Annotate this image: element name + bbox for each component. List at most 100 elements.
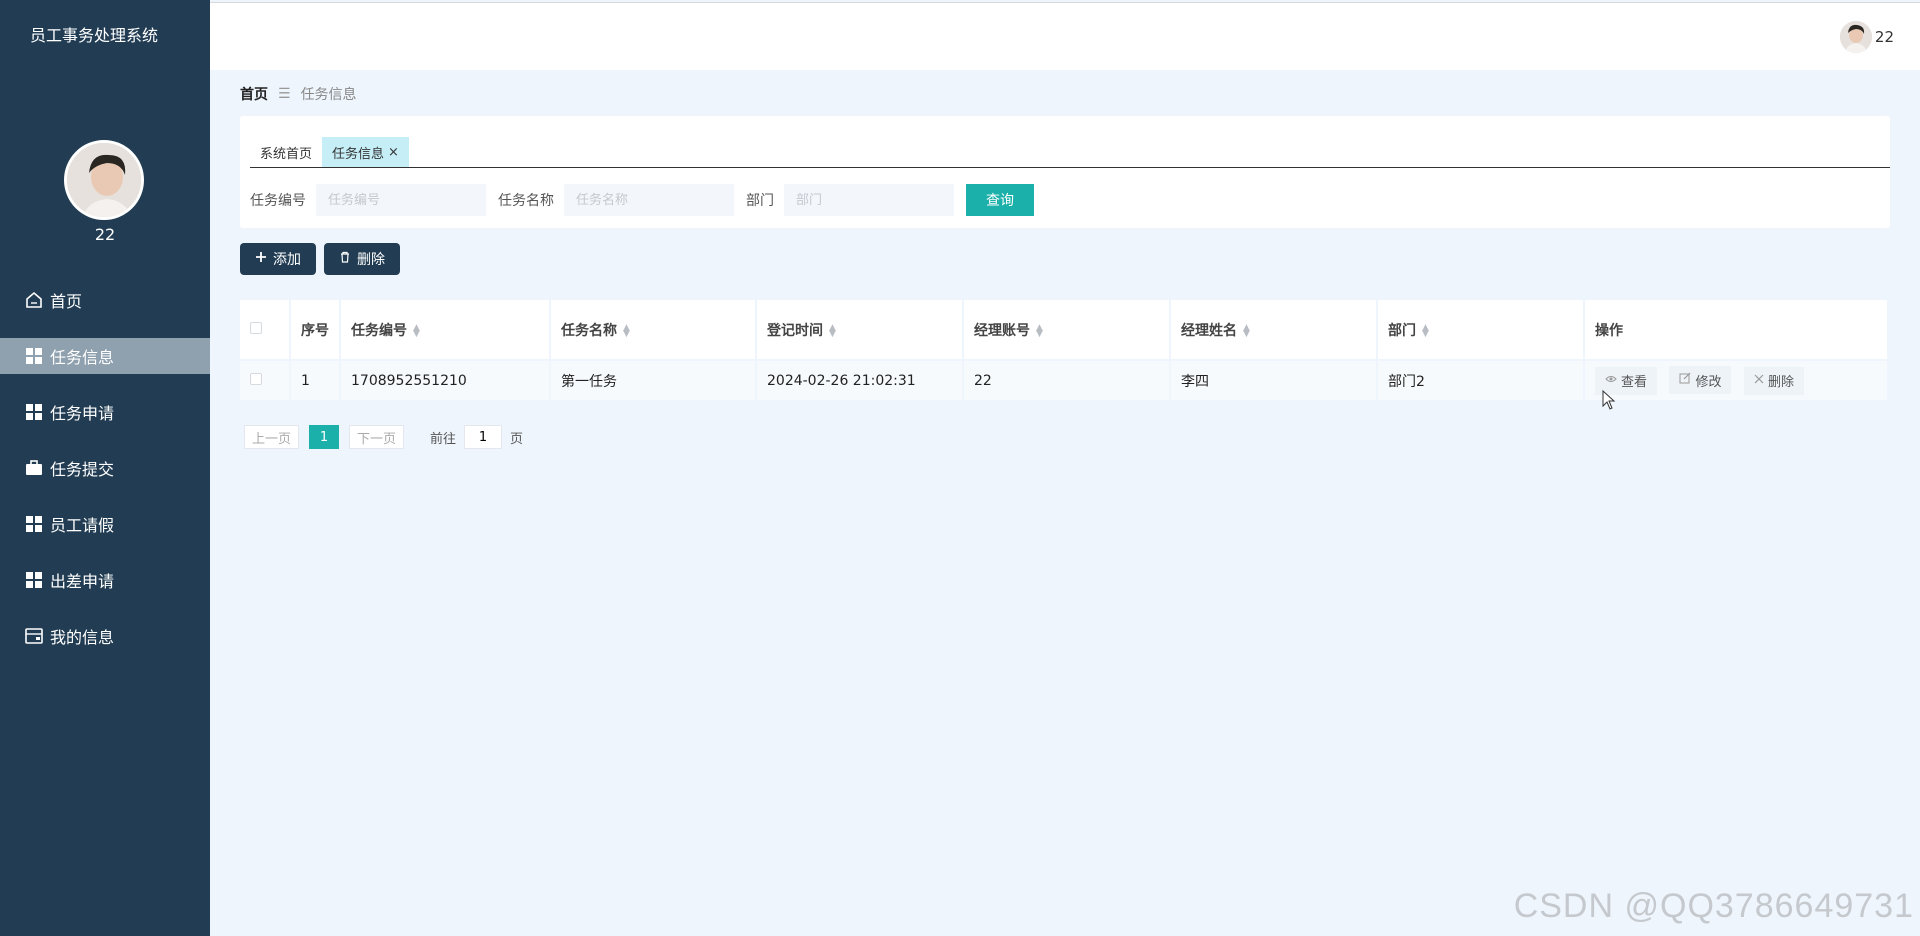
sidebar-item-task-info[interactable]: 任务信息 xyxy=(0,338,210,374)
breadcrumb-home[interactable]: 首页 xyxy=(240,84,268,104)
column-header[interactable]: 任务名称 ▲ ▼ xyxy=(550,300,757,360)
column-header[interactable]: 经理账号 ▲ ▼ xyxy=(963,300,1171,360)
sort-icon[interactable]: ▲ ▼ xyxy=(1422,323,1429,338)
top-bar: 22 xyxy=(210,2,1920,70)
sidebar-item-leave[interactable]: 员工请假 xyxy=(0,496,210,552)
tab-label: 任务信息 xyxy=(332,146,385,162)
sidebar-username: 22 xyxy=(94,225,116,244)
prev-page-button[interactable]: 上一页 xyxy=(244,425,300,449)
trash-icon xyxy=(339,251,351,267)
grid-icon xyxy=(24,514,44,534)
column-header-label: 经理账号 xyxy=(974,322,1030,339)
cell-index: 1 xyxy=(290,359,341,400)
tab-task-info[interactable]: 任务信息 × xyxy=(322,137,409,167)
sort-icon[interactable]: ▲ ▼ xyxy=(413,323,420,338)
cell-actions: 查看 修改 删除 xyxy=(1584,359,1889,400)
row-delete-button[interactable]: 删除 xyxy=(1743,366,1804,395)
department-input[interactable] xyxy=(784,184,954,216)
grid-icon xyxy=(24,346,44,366)
home-icon xyxy=(24,290,44,310)
sidebar-item-task-apply[interactable]: 任务申请 xyxy=(0,384,210,440)
column-header-label: 任务编号 xyxy=(351,322,407,339)
sort-icon[interactable]: ▲ ▼ xyxy=(1243,323,1250,338)
sidebar-item-my-info[interactable]: 我的信息 xyxy=(0,608,210,664)
column-header: 操作 xyxy=(1584,300,1889,360)
cell-department: 部门2 xyxy=(1377,359,1585,400)
add-button-label: 添加 xyxy=(273,252,301,268)
sidebar-item-label: 出差申请 xyxy=(50,572,115,591)
goto-page-input[interactable] xyxy=(464,425,503,449)
watermark: CSDN @QQ3786649731 xyxy=(1513,887,1914,925)
tab-system-home[interactable]: 系统首页 xyxy=(250,137,322,167)
task-table: 序号 任务编号 ▲ ▼ 任务名称 ▲ ▼ 登记时间 ▲ ▼ 经理账号 ▲ ▼ 经理姓名 ▲ ▼ 部门… xyxy=(240,300,1889,400)
edit-icon xyxy=(1679,372,1691,388)
cell-task-no: 1708952551210 xyxy=(340,359,551,400)
row-checkbox[interactable] xyxy=(250,372,262,385)
briefcase-icon xyxy=(24,458,44,478)
cell-time: 2024-02-26 21:02:31 xyxy=(756,359,964,400)
eye-icon xyxy=(1605,373,1617,388)
sidebar-item-label: 首页 xyxy=(50,292,83,311)
task-no-label: 任务编号 xyxy=(250,193,306,209)
breadcrumb: 首页 ☰ 任务信息 xyxy=(240,84,357,104)
card-icon xyxy=(24,626,44,646)
app-title: 员工事务处理系统 xyxy=(29,26,158,45)
sidebar-item-home[interactable]: 首页 xyxy=(0,272,210,328)
task-name-label: 任务名称 xyxy=(498,193,554,209)
edit-label: 修改 xyxy=(1695,374,1722,390)
column-header-label: 部门 xyxy=(1388,322,1416,339)
sidebar-menu: 首页 任务信息 任务申请 任务提交 员工请假 出差申请 我的信息 xyxy=(0,272,210,664)
grid-icon xyxy=(24,570,44,590)
next-page-button[interactable]: 下一页 xyxy=(349,425,405,449)
sort-icon[interactable]: ▲ ▼ xyxy=(1036,323,1043,338)
close-icon[interactable]: × xyxy=(388,145,399,160)
task-no-input[interactable] xyxy=(316,184,486,216)
column-header[interactable]: 部门 ▲ ▼ xyxy=(1377,300,1585,360)
select-all-cell xyxy=(240,300,291,360)
page-number-current[interactable]: 1 xyxy=(309,425,340,449)
mouse-cursor-icon xyxy=(1602,389,1616,414)
goto-suffix: 页 xyxy=(510,431,524,447)
column-header-label: 经理姓名 xyxy=(1181,322,1237,339)
row-select-cell xyxy=(240,359,291,400)
column-header[interactable]: 登记时间 ▲ ▼ xyxy=(756,300,964,360)
query-button[interactable]: 查询 xyxy=(966,184,1034,216)
pagination: 上一页 1 下一页 前往 页 xyxy=(244,425,531,449)
sidebar-item-label: 任务申请 xyxy=(50,404,115,423)
table-header-row: 序号 任务编号 ▲ ▼ 任务名称 ▲ ▼ 登记时间 ▲ ▼ 经理账号 ▲ ▼ 经理姓名 ▲ ▼ 部门… xyxy=(240,300,1889,360)
sidebar-item-label: 任务提交 xyxy=(50,460,115,479)
close-icon xyxy=(1754,373,1764,388)
column-header-label: 登记时间 xyxy=(767,322,823,339)
cell-task-name: 第一任务 xyxy=(550,359,757,400)
tab-label: 系统首页 xyxy=(260,146,313,162)
delete-button[interactable]: 删除 xyxy=(324,243,400,275)
department-label: 部门 xyxy=(746,193,774,209)
task-name-input[interactable] xyxy=(564,184,734,216)
breadcrumb-separator-icon: ☰ xyxy=(278,86,291,102)
grid-icon xyxy=(24,402,44,422)
column-header[interactable]: 经理姓名 ▲ ▼ xyxy=(1170,300,1378,360)
view-label: 查看 xyxy=(1621,375,1648,391)
sort-icon[interactable]: ▲ ▼ xyxy=(623,323,630,338)
sidebar-item-label: 我的信息 xyxy=(50,628,115,647)
tab-bar: 系统首页 任务信息 × xyxy=(250,136,1890,168)
sidebar-item-task-submit[interactable]: 任务提交 xyxy=(0,440,210,496)
avatar-image xyxy=(1840,21,1872,53)
header-username[interactable]: 22 xyxy=(1875,28,1894,46)
header-avatar[interactable] xyxy=(1840,21,1872,53)
delete-button-label: 删除 xyxy=(357,252,385,268)
cell-manager-name: 李四 xyxy=(1170,359,1378,400)
select-all-checkbox[interactable] xyxy=(250,321,262,334)
add-button[interactable]: 添加 xyxy=(240,243,316,275)
table-row[interactable]: 1 1708952551210 第一任务 2024-02-26 21:02:31… xyxy=(240,359,1889,400)
cell-manager-account: 22 xyxy=(963,359,1171,400)
sidebar-item-label: 员工请假 xyxy=(50,516,115,535)
sidebar-item-label: 任务信息 xyxy=(50,348,115,367)
avatar[interactable] xyxy=(64,140,144,220)
plus-icon xyxy=(255,251,267,267)
goto-prefix: 前往 xyxy=(430,431,457,447)
sidebar-item-business-trip[interactable]: 出差申请 xyxy=(0,552,210,608)
sort-icon[interactable]: ▲ ▼ xyxy=(829,323,836,338)
edit-button[interactable]: 修改 xyxy=(1669,366,1732,395)
column-header[interactable]: 任务编号 ▲ ▼ xyxy=(340,300,551,360)
